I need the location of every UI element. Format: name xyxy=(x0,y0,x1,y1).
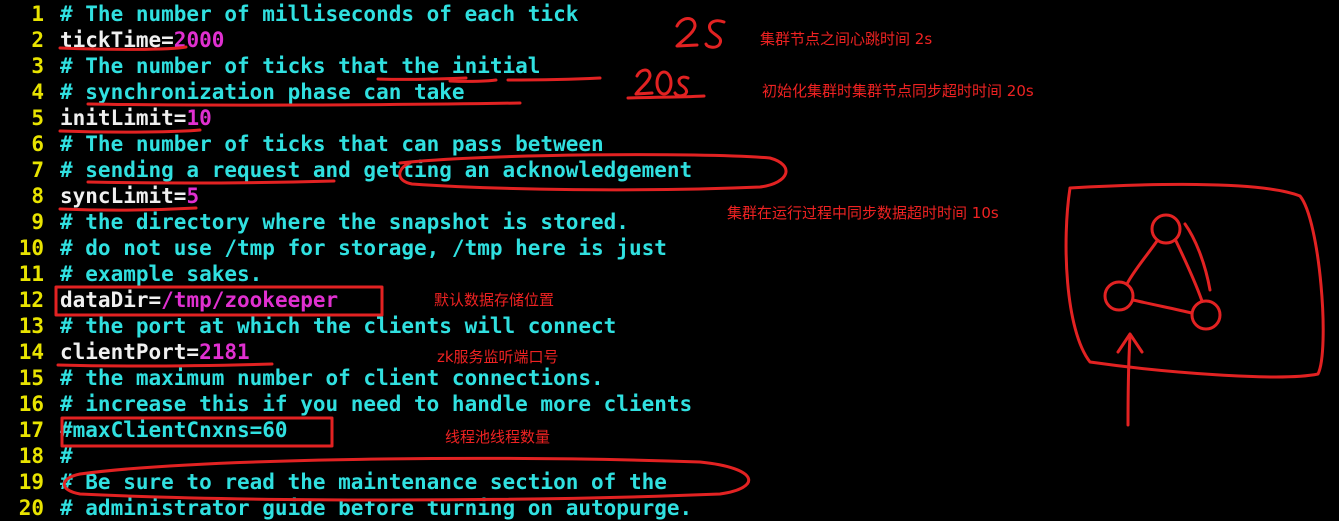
code-line[interactable]: 5 initLimit=10 xyxy=(0,105,212,131)
code-line[interactable]: 2 tickTime=2000 xyxy=(0,27,224,53)
config-value: 2181 xyxy=(199,340,250,364)
annotation-init-limit: 初始化集群时集群节点同步超时时间 20s xyxy=(762,82,1034,100)
config-key: initLimit= xyxy=(60,106,187,130)
code-line[interactable]: 7 # sending a request and getting an ackn… xyxy=(0,157,692,183)
code-line[interactable]: 1 # The number of milliseconds of each ti… xyxy=(0,1,578,27)
comment-text: # The number of milliseconds of each tic… xyxy=(60,2,579,26)
line-number: 2 xyxy=(31,28,44,52)
annotation-tick-time: 集群节点之间心跳时间 2s xyxy=(760,30,933,48)
code-line[interactable]: 16 # increase this if you need to handle … xyxy=(0,391,692,417)
comment-text: # the maximum number of client connectio… xyxy=(60,366,604,390)
code-line[interactable]: 9 # the directory where the snapshot is s… xyxy=(0,209,629,235)
code-line[interactable]: 19 # Be sure to read the maintenance sect… xyxy=(0,469,667,495)
line-number: 1 xyxy=(31,2,44,26)
code-line[interactable]: 3 # The number of ticks that the initial xyxy=(0,53,540,79)
comment-text: # xyxy=(60,444,73,468)
code-line[interactable]: 10 # do not use /tmp for storage, /tmp he… xyxy=(0,235,667,261)
code-line[interactable]: 15 # the maximum number of client connect… xyxy=(0,365,604,391)
code-editor[interactable]: 1 # The number of milliseconds of each ti… xyxy=(0,0,1339,520)
comment-text: # The number of ticks that the initial xyxy=(60,54,541,78)
annotation-client-port: zk服务监听端口号 xyxy=(437,348,559,366)
code-line[interactable]: 17 #maxClientCnxns=60 xyxy=(0,417,288,443)
comment-text: # synchronization phase can take xyxy=(60,80,465,104)
config-key: tickTime= xyxy=(60,28,174,52)
comment-text: # sending a request and getting an ackno… xyxy=(60,158,693,182)
comment-text: # example sakes. xyxy=(60,262,263,286)
comment-text: # the port at which the clients will con… xyxy=(60,314,617,338)
code-line[interactable]: 11 # example sakes. xyxy=(0,261,263,287)
comment-text: # The number of ticks that can pass betw… xyxy=(60,132,604,156)
code-line[interactable]: 4 # synchronization phase can take xyxy=(0,79,465,105)
line-number: 19 xyxy=(18,470,44,494)
line-number: 9 xyxy=(31,210,44,234)
line-number: 10 xyxy=(18,236,44,260)
line-number: 4 xyxy=(31,80,44,104)
config-value: 5 xyxy=(186,184,200,208)
code-line[interactable]: 20 # administrator guide before turning o… xyxy=(0,495,692,521)
line-number: 13 xyxy=(18,314,44,338)
code-line[interactable]: 18 # xyxy=(0,443,73,469)
config-key: clientPort= xyxy=(60,340,200,364)
line-number: 11 xyxy=(18,262,44,286)
comment-text: # the directory where the snapshot is st… xyxy=(60,210,629,234)
comment-text: #maxClientCnxns=60 xyxy=(60,418,288,442)
comment-text: # increase this if you need to handle mo… xyxy=(60,392,693,416)
comment-text: # administrator guide before turning on … xyxy=(60,496,693,520)
annotation-data-dir: 默认数据存储位置 xyxy=(434,291,555,309)
line-number: 18 xyxy=(18,444,44,468)
config-key: dataDir= xyxy=(60,288,162,312)
line-number: 5 xyxy=(31,106,44,130)
config-value: 10 xyxy=(186,106,212,130)
line-number: 20 xyxy=(18,496,44,520)
code-line[interactable]: 13 # the port at which the clients will c… xyxy=(0,313,617,339)
line-number: 17 xyxy=(18,418,44,442)
code-line[interactable]: 12 dataDir=/tmp/zookeeper xyxy=(0,287,338,313)
config-key: syncLimit= xyxy=(60,184,187,208)
code-line[interactable]: 6 # The number of ticks that can pass bet… xyxy=(0,131,604,157)
annotation-sync-limit: 集群在运行过程中同步数据超时时间 10s xyxy=(727,204,999,222)
code-line[interactable]: 8 syncLimit=5 xyxy=(0,183,199,209)
annotation-max-cnxns: 线程池线程数量 xyxy=(445,428,551,446)
line-number: 3 xyxy=(31,54,44,78)
comment-text: # do not use /tmp for storage, /tmp here… xyxy=(60,236,667,260)
config-value: /tmp/zookeeper xyxy=(161,288,339,312)
line-number: 15 xyxy=(18,366,44,390)
line-number: 12 xyxy=(18,288,44,312)
code-line[interactable]: 14 clientPort=2181 xyxy=(0,339,250,365)
line-number: 7 xyxy=(31,158,44,182)
line-number: 14 xyxy=(18,340,44,364)
line-number: 6 xyxy=(31,132,44,156)
line-number: 16 xyxy=(18,392,44,416)
config-value: 2000 xyxy=(173,28,225,52)
line-number: 8 xyxy=(31,184,44,208)
comment-text: # Be sure to read the maintenance sectio… xyxy=(60,470,667,494)
